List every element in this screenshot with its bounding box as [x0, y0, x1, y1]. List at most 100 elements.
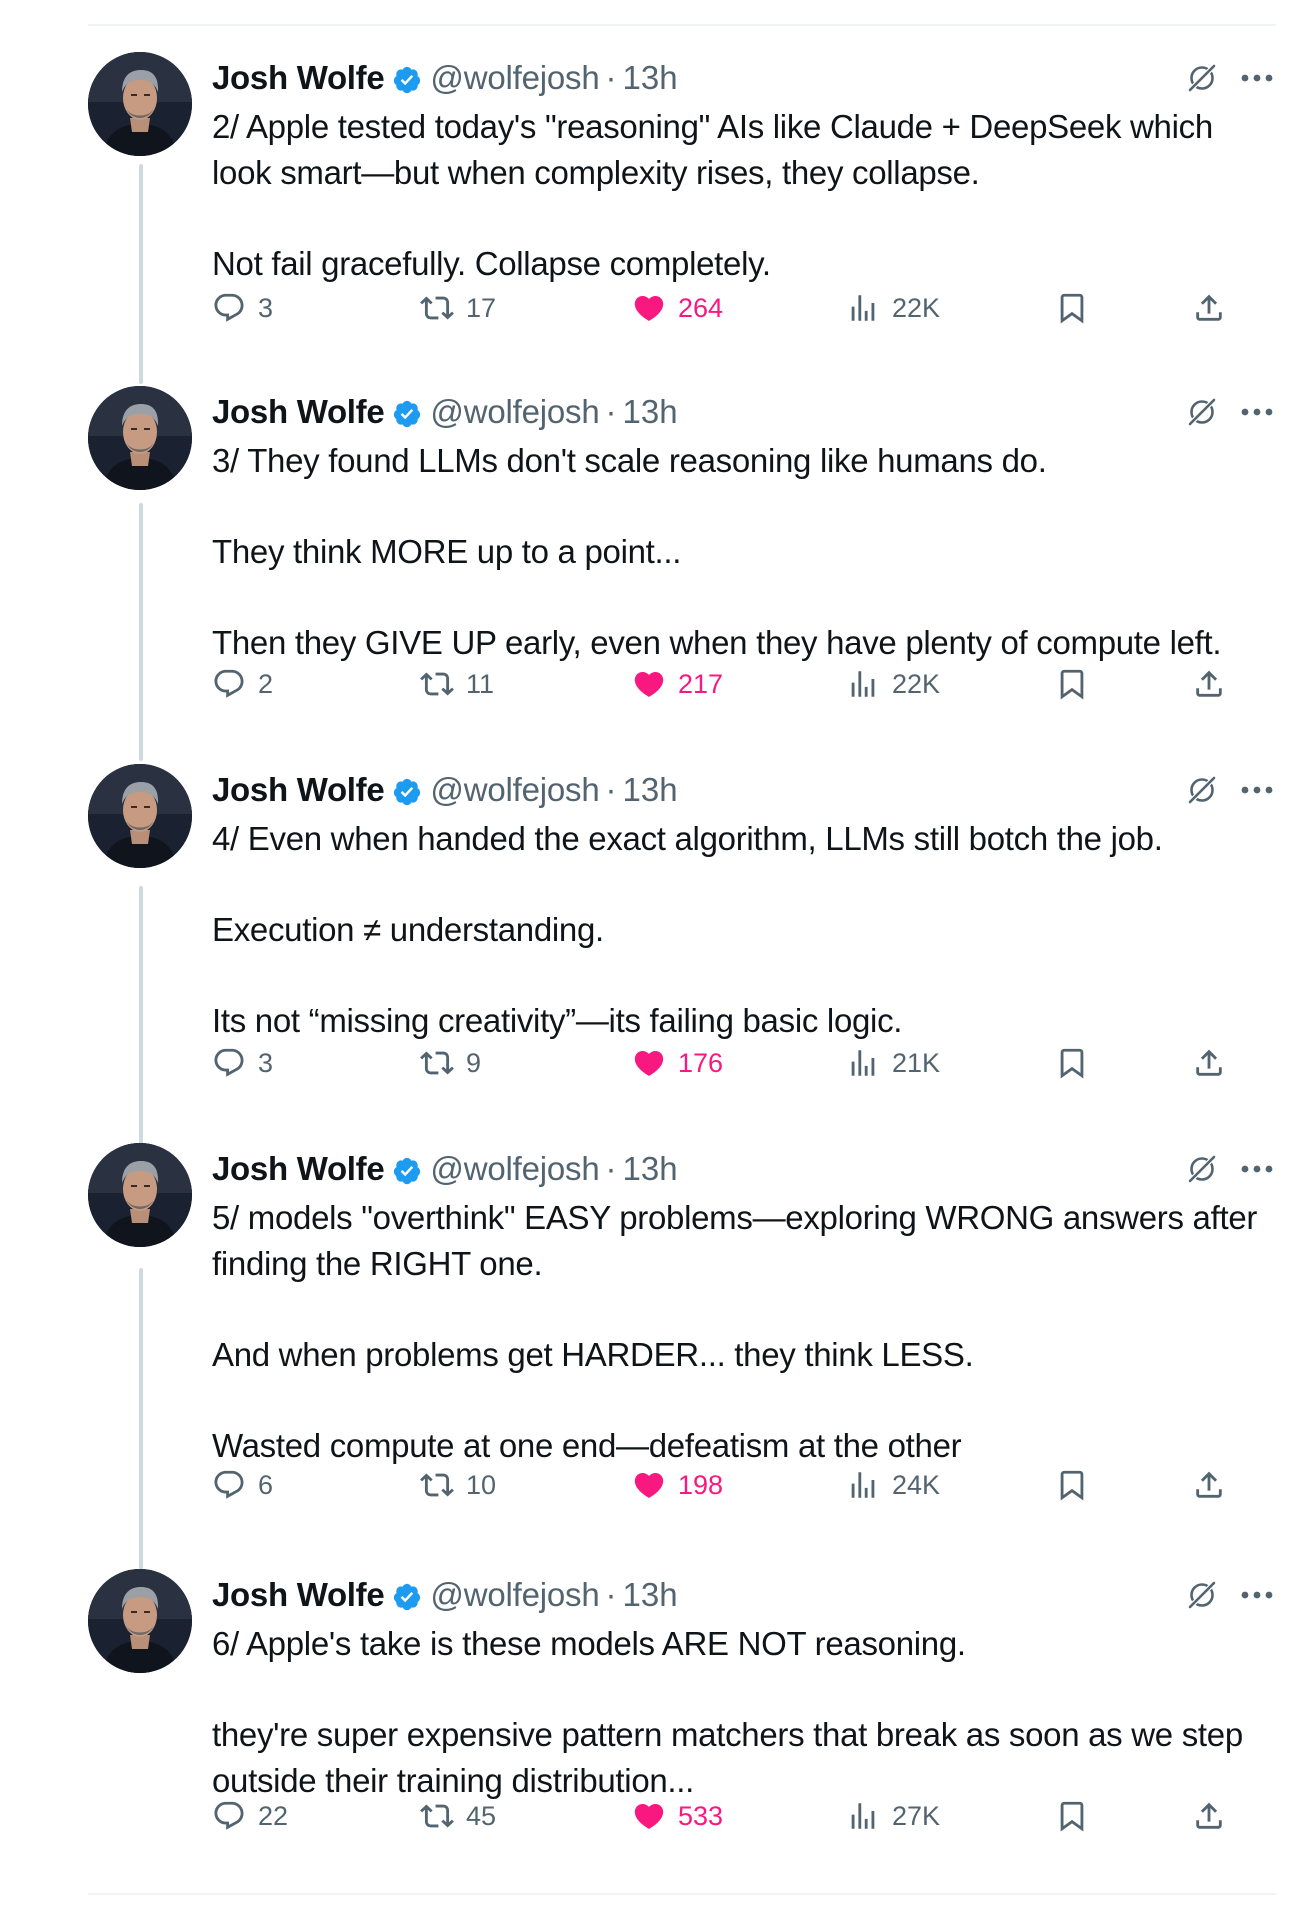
- timestamp[interactable]: 13h: [623, 59, 678, 97]
- tweet-paragraph: 3/ They found LLMs don't scale reasoning…: [212, 442, 1047, 479]
- avatar[interactable]: [88, 386, 192, 490]
- bookmark-button[interactable]: [1055, 1463, 1089, 1507]
- views-icon: [851, 295, 875, 321]
- tweet-actions: 3 9 176 21K: [212, 1041, 1222, 1085]
- author-name[interactable]: Josh Wolfe: [212, 1150, 385, 1188]
- reply-count: 2: [258, 668, 274, 699]
- more-icon[interactable]: [1240, 785, 1274, 795]
- reply-button[interactable]: 3: [212, 286, 273, 330]
- author-name[interactable]: Josh Wolfe: [212, 1576, 385, 1614]
- views-button[interactable]: 22K: [846, 662, 940, 706]
- author-handle[interactable]: @wolfejosh: [430, 1576, 599, 1614]
- tweet-actions: 6 10 198 24K: [212, 1463, 1222, 1507]
- more-icon[interactable]: [1240, 73, 1274, 83]
- tweet-paragraph: 6/ Apple's take is these models ARE NOT …: [212, 1625, 966, 1662]
- verified-icon: [394, 1157, 421, 1185]
- avatar[interactable]: [88, 1569, 192, 1673]
- bookmark-button[interactable]: [1055, 662, 1089, 706]
- retweet-icon: [420, 1051, 454, 1075]
- like-button[interactable]: 176: [632, 1041, 723, 1085]
- share-button[interactable]: [1192, 1041, 1226, 1085]
- reply-button[interactable]: 22: [212, 1794, 288, 1838]
- timestamp[interactable]: 13h: [623, 771, 678, 809]
- more-icon[interactable]: [1240, 1164, 1274, 1174]
- thread-line: [139, 886, 143, 1148]
- views-count: 24K: [892, 1469, 941, 1500]
- more-icon[interactable]: [1240, 407, 1274, 417]
- thread-line: [139, 503, 143, 761]
- timestamp[interactable]: 13h: [623, 1576, 678, 1614]
- bookmark-icon: [1060, 669, 1084, 700]
- timestamp[interactable]: 13h: [623, 1150, 678, 1188]
- share-button[interactable]: [1192, 286, 1226, 330]
- author-handle[interactable]: @wolfejosh: [430, 393, 599, 431]
- like-count: 198: [678, 1469, 724, 1500]
- grok-icon[interactable]: [1184, 1577, 1220, 1613]
- views-button[interactable]: 27K: [846, 1794, 940, 1838]
- views-button[interactable]: 22K: [846, 286, 940, 330]
- avatar[interactable]: [88, 764, 192, 868]
- retweet-button[interactable]: 17: [420, 286, 496, 330]
- views-button[interactable]: 24K: [846, 1463, 940, 1507]
- bookmark-icon: [1060, 1470, 1084, 1501]
- like-button[interactable]: 533: [632, 1794, 723, 1838]
- verified-icon: [394, 66, 421, 94]
- views-button[interactable]: 21K: [846, 1041, 940, 1085]
- bookmark-button[interactable]: [1055, 1041, 1089, 1085]
- share-button[interactable]: [1192, 1794, 1226, 1838]
- bookmark-icon: [1060, 1048, 1084, 1079]
- reply-icon: [214, 293, 244, 322]
- views-icon: [851, 1050, 875, 1076]
- reply-button[interactable]: 2: [212, 662, 273, 706]
- author-name[interactable]: Josh Wolfe: [212, 59, 385, 97]
- grok-icon[interactable]: [1184, 772, 1220, 808]
- bookmark-button[interactable]: [1055, 286, 1089, 330]
- tweet-actions: 2 11 217 22K: [212, 662, 1222, 706]
- share-button[interactable]: [1192, 662, 1226, 706]
- views-icon: [851, 1472, 875, 1498]
- tweet-header: Josh Wolfe @wolfejosh · 13h: [212, 386, 1276, 438]
- author-name[interactable]: Josh Wolfe: [212, 393, 385, 431]
- retweet-button[interactable]: 11: [420, 662, 494, 706]
- verified-icon: [394, 778, 421, 806]
- like-button[interactable]: 264: [632, 286, 723, 330]
- avatar[interactable]: [88, 52, 192, 156]
- tweet-text: 2/ Apple tested today's "reasoning" AIs …: [212, 104, 1276, 287]
- verified-icon: [394, 400, 421, 428]
- reply-button[interactable]: 3: [212, 1041, 273, 1085]
- tweet-paragraph: they're super expensive pattern matchers…: [212, 1716, 1243, 1799]
- reply-count: 22: [258, 1800, 289, 1831]
- views-count: 27K: [892, 1800, 941, 1831]
- avatar[interactable]: [88, 1143, 192, 1247]
- like-button[interactable]: 198: [632, 1463, 723, 1507]
- grok-icon[interactable]: [1184, 60, 1220, 96]
- thread-line: [139, 164, 143, 384]
- tweet-text: 4/ Even when handed the exact algorithm,…: [212, 816, 1276, 1044]
- reply-icon: [214, 1048, 244, 1077]
- share-button[interactable]: [1192, 1463, 1226, 1507]
- tweet-header: Josh Wolfe @wolfejosh · 13h: [212, 1143, 1276, 1195]
- author-name[interactable]: Josh Wolfe: [212, 771, 385, 809]
- tweet-paragraph: And when problems get HARDER... they thi…: [212, 1336, 974, 1373]
- tweet-text: 6/ Apple's take is these models ARE NOT …: [212, 1621, 1276, 1804]
- timestamp[interactable]: 13h: [623, 393, 678, 431]
- bottom-divider: [88, 1893, 1276, 1895]
- top-divider: [88, 24, 1276, 26]
- grok-icon[interactable]: [1184, 1151, 1220, 1187]
- more-icon[interactable]: [1240, 1590, 1274, 1600]
- share-icon: [1196, 294, 1222, 321]
- retweet-icon: [420, 672, 454, 696]
- like-count: 264: [678, 292, 724, 323]
- reply-button[interactable]: 6: [212, 1463, 273, 1507]
- like-button[interactable]: 217: [632, 662, 723, 706]
- reply-icon: [214, 1470, 244, 1499]
- bookmark-button[interactable]: [1055, 1794, 1089, 1838]
- separator-dot: ·: [605, 1150, 617, 1187]
- author-handle[interactable]: @wolfejosh: [430, 1150, 599, 1188]
- author-handle[interactable]: @wolfejosh: [430, 771, 599, 809]
- retweet-button[interactable]: 45: [420, 1794, 496, 1838]
- retweet-button[interactable]: 9: [420, 1041, 481, 1085]
- grok-icon[interactable]: [1184, 394, 1220, 430]
- author-handle[interactable]: @wolfejosh: [430, 59, 599, 97]
- retweet-button[interactable]: 10: [420, 1463, 496, 1507]
